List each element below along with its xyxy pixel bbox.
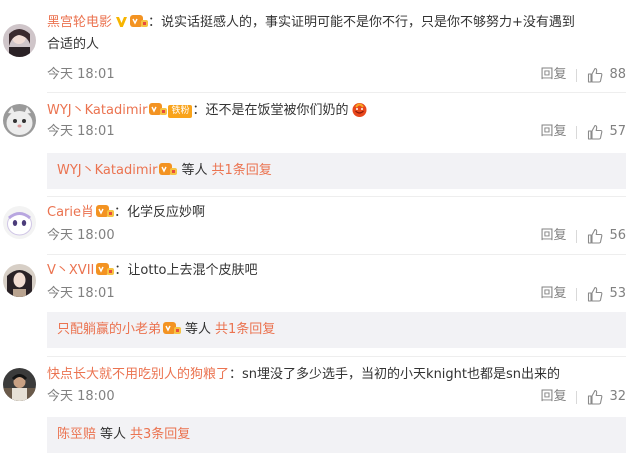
sub-reply-count-link[interactable]: 共1条回复 (211, 163, 271, 178)
like-button[interactable]: 32 (587, 387, 626, 407)
comment-text: 化学反应妙啊 (127, 205, 206, 220)
like-count: 56 (609, 228, 626, 243)
sub-reply-username[interactable]: WYJ丶Katadimir (57, 163, 157, 178)
vip-icon (149, 103, 168, 115)
reply-button[interactable]: 回复 (540, 122, 566, 142)
comment-username[interactable]: V丶XVII (47, 263, 94, 278)
comment-text: 还不是在饭堂被你们奶的 (205, 103, 349, 118)
vip-icon (130, 15, 149, 27)
divider (47, 196, 626, 197)
like-button[interactable]: 56 (587, 226, 626, 246)
thumbs-up-icon (588, 67, 603, 83)
comment-time: 今天 18:01 (47, 286, 115, 301)
fan-badge: 铁粉 (168, 105, 193, 118)
avatar[interactable] (3, 368, 36, 401)
avatar[interactable] (3, 206, 36, 239)
comment-time: 今天 18:00 (47, 228, 115, 243)
sub-reply-etc: 等人 (181, 163, 208, 178)
comment-username[interactable]: 快点长大就不用吃别人的狗粮了 (47, 367, 229, 382)
avatar[interactable] (3, 264, 36, 297)
divider (576, 125, 578, 139)
avatar[interactable] (3, 24, 36, 57)
sub-reply-username[interactable]: 陈巠赔 (57, 427, 96, 442)
divider (576, 390, 578, 404)
vip-icon (163, 322, 182, 334)
reply-button[interactable]: 回复 (540, 284, 566, 304)
comment-text-continued: 合适的人 (47, 37, 100, 52)
like-button[interactable]: 88 (587, 65, 626, 85)
sub-replies-summary[interactable]: WYJ丶Katadimir 等人 共1条回复 (47, 153, 626, 189)
verified-v-icon (116, 17, 128, 27)
divider (47, 92, 626, 93)
reply-button[interactable]: 回复 (540, 226, 566, 246)
like-button[interactable]: 53 (587, 284, 626, 304)
divider (576, 229, 578, 243)
thumbs-up-icon (588, 124, 603, 140)
vip-icon (96, 205, 114, 217)
divider (576, 68, 578, 82)
comment-username[interactable]: Carie肖 (47, 205, 94, 220)
sub-reply-count-link[interactable]: 共1条回复 (215, 322, 275, 337)
divider (47, 254, 626, 255)
comment-username[interactable]: 黑宫轮电影 (47, 15, 112, 30)
comment-time: 今天 18:01 (47, 124, 115, 139)
sub-replies-summary[interactable]: 陈巠赔 等人 共3条回复 (47, 417, 626, 453)
sub-replies-summary[interactable]: 只配躺赢的小老弟 等人 共1条回复 (47, 312, 626, 348)
thumbs-up-icon (588, 228, 603, 244)
like-count: 53 (609, 286, 626, 301)
reply-button[interactable]: 回复 (540, 387, 566, 407)
thumbs-up-icon (588, 286, 603, 302)
sub-reply-etc: 等人 (185, 322, 212, 337)
sub-reply-count-link[interactable]: 共3条回复 (130, 427, 190, 442)
like-button[interactable]: 57 (587, 122, 626, 142)
vip-icon (96, 263, 115, 275)
avatar[interactable] (3, 104, 36, 137)
like-count: 57 (609, 124, 626, 139)
divider (576, 287, 578, 301)
sub-reply-etc: 等人 (100, 427, 127, 442)
comment-time: 今天 18:01 (47, 67, 115, 82)
like-count: 32 (609, 389, 626, 404)
fire-emoji-icon (352, 103, 366, 117)
comment-text: 让otto上去混个皮肤吧 (127, 263, 258, 278)
sub-reply-username[interactable]: 只配躺赢的小老弟 (57, 322, 161, 337)
reply-button[interactable]: 回复 (540, 65, 566, 85)
vip-icon (159, 163, 178, 175)
comment-time: 今天 18:00 (47, 389, 115, 404)
comment-text: sn埋没了多少选手，当初的小天knight也都是sn出来的 (242, 367, 561, 382)
divider (47, 356, 626, 357)
comment-text: 说实话挺感人的，事实证明可能不是你不行，只是你不够努力+没有遇到 (161, 15, 575, 30)
thumbs-up-icon (588, 389, 603, 405)
comment-username[interactable]: WYJ丶Katadimir (47, 103, 147, 118)
like-count: 88 (609, 67, 626, 82)
